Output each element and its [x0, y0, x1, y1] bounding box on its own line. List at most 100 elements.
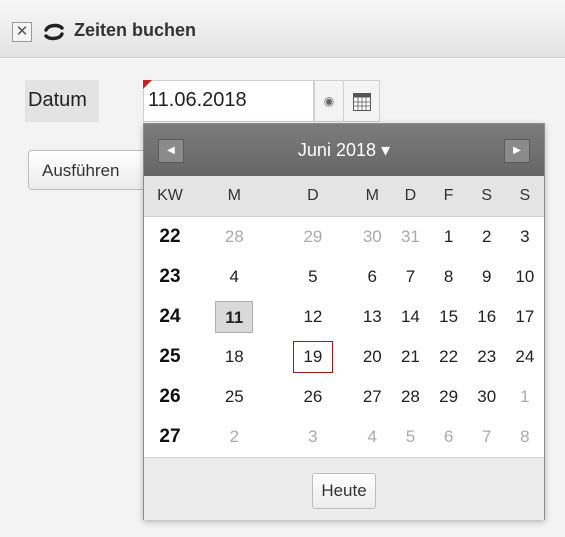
day-label: 9 — [481, 267, 492, 286]
day-label: 29 — [303, 227, 323, 246]
day-cell[interactable]: 30 — [467, 377, 506, 417]
day-cell[interactable]: 13 — [353, 297, 392, 337]
day-label: 31 — [400, 227, 420, 246]
day-label: 6 — [443, 427, 454, 446]
month-selector[interactable]: Juni 2018 ▾ — [144, 140, 544, 161]
weekday-header: S — [467, 176, 506, 217]
date-input[interactable]: 11.06.2018 — [143, 80, 314, 122]
close-icon[interactable]: ✕ — [12, 22, 32, 42]
day-label: 2 — [481, 227, 492, 246]
day-cell[interactable]: 18 — [195, 337, 273, 377]
day-label: 5 — [308, 267, 318, 286]
day-cell[interactable]: 29 — [272, 216, 354, 257]
validation-marker — [143, 80, 152, 89]
day-cell[interactable]: 17 — [505, 297, 544, 337]
day-label: 8 — [520, 427, 530, 446]
weekday-header: M — [353, 176, 392, 217]
day-cell[interactable]: 4 — [195, 257, 273, 297]
day-cell[interactable]: 28 — [391, 377, 430, 417]
day-label: 30 — [362, 227, 382, 246]
day-cell-today[interactable]: 19 — [272, 337, 354, 377]
day-label: 5 — [405, 427, 416, 446]
month-label: Juni 2018 — [297, 140, 376, 160]
day-label: 19 — [292, 341, 333, 373]
day-cell[interactable]: 7 — [391, 257, 430, 297]
day-cell[interactable]: 29 — [429, 377, 468, 417]
day-cell[interactable]: 31 — [391, 216, 430, 257]
weekday-header: F — [429, 176, 468, 217]
day-cell[interactable]: 12 — [272, 297, 354, 337]
day-label: 1 — [520, 387, 530, 406]
day-label: 2 — [229, 427, 239, 446]
day-cell[interactable]: 3 — [505, 216, 544, 257]
day-cell[interactable]: 1 — [505, 377, 544, 417]
day-cell[interactable]: 22 — [429, 337, 468, 377]
day-label: 28 — [224, 227, 244, 246]
sync-icon — [44, 23, 64, 41]
day-cell[interactable]: 5 — [272, 257, 354, 297]
calendar-grid: KW M D M D F S S 22 28 29 30 31 1 2 3 23 4 5 6 7 8 9 10 24 11 12 1… — [144, 176, 544, 457]
day-label: 6 — [367, 267, 378, 286]
day-cell[interactable]: 23 — [467, 337, 506, 377]
day-cell[interactable]: 30 — [353, 216, 392, 257]
day-cell[interactable]: 4 — [353, 417, 392, 457]
day-cell[interactable]: 10 — [505, 257, 544, 297]
week-number: 23 — [144, 257, 196, 297]
day-cell[interactable]: 9 — [467, 257, 506, 297]
day-cell[interactable]: 24 — [505, 337, 544, 377]
day-cell[interactable]: 15 — [429, 297, 468, 337]
day-cell[interactable]: 16 — [467, 297, 506, 337]
calendar-button[interactable] — [344, 80, 380, 122]
day-label: 18 — [224, 347, 244, 366]
day-label: 14 — [400, 307, 420, 326]
day-label: 3 — [308, 427, 318, 446]
day-cell[interactable]: 26 — [272, 377, 354, 417]
day-label: 12 — [303, 307, 323, 326]
day-cell[interactable]: 25 — [195, 377, 273, 417]
week-row: 25 18 19 20 21 22 23 24 — [144, 337, 544, 377]
week-row: 23 4 5 6 7 8 9 10 — [144, 257, 544, 297]
today-button[interactable]: Heute — [312, 473, 376, 509]
clear-icon[interactable]: ◉ — [314, 80, 344, 122]
day-cell[interactable]: 5 — [391, 417, 430, 457]
day-cell[interactable]: 27 — [353, 377, 392, 417]
weekday-header: D — [272, 176, 354, 217]
day-cell[interactable]: 7 — [467, 417, 506, 457]
day-cell[interactable]: 3 — [272, 417, 354, 457]
next-month-button[interactable]: ▶ — [504, 139, 530, 163]
day-cell[interactable]: 20 — [353, 337, 392, 377]
day-label: 15 — [439, 307, 459, 326]
week-row: 27 2 3 4 5 6 7 8 — [144, 417, 544, 457]
day-cell[interactable]: 2 — [195, 417, 273, 457]
day-cell[interactable]: 1 — [429, 216, 468, 257]
day-label: 29 — [439, 387, 459, 406]
week-number: 24 — [144, 297, 196, 337]
day-cell[interactable]: 8 — [505, 417, 544, 457]
weekday-header: M — [195, 176, 273, 217]
week-row: 24 11 12 13 14 15 16 17 — [144, 297, 544, 337]
day-label: 24 — [515, 347, 535, 366]
week-number: 25 — [144, 337, 196, 377]
day-cell-selected[interactable]: 11 — [195, 297, 273, 337]
day-cell[interactable]: 28 — [195, 216, 273, 257]
day-label: 27 — [362, 387, 382, 406]
day-label: 30 — [477, 387, 497, 406]
weekday-header: D — [391, 176, 430, 217]
day-cell[interactable]: 6 — [353, 257, 392, 297]
dialog-titlebar: ✕ Zeiten buchen — [0, 0, 565, 58]
day-label: 1 — [443, 227, 454, 246]
week-number: 22 — [144, 216, 196, 257]
day-cell[interactable]: 14 — [391, 297, 430, 337]
day-cell[interactable]: 8 — [429, 257, 468, 297]
dialog-panel: ✕ Zeiten buchen Datum 11.06.2018 ◉ Ausfü… — [0, 0, 565, 537]
day-label: 3 — [520, 227, 530, 246]
day-cell[interactable]: 21 — [391, 337, 430, 377]
datepicker-footer: Heute — [144, 457, 544, 520]
day-label: 10 — [515, 267, 535, 286]
chevron-down-icon: ▾ — [381, 140, 391, 160]
day-cell[interactable]: 2 — [467, 216, 506, 257]
day-label: 4 — [229, 267, 239, 286]
day-cell[interactable]: 6 — [429, 417, 468, 457]
week-number-header: KW — [144, 176, 196, 217]
week-row: 22 28 29 30 31 1 2 3 — [144, 216, 544, 257]
